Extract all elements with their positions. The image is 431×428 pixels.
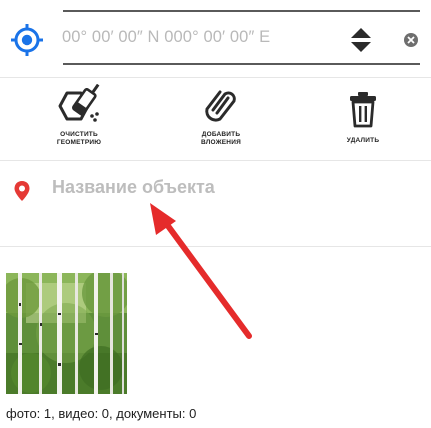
up-down-arrows-icon — [351, 28, 371, 52]
birch-forest-photo — [6, 273, 127, 394]
object-edit-screen: 00° 00′ 00″ N 000° 00′ 00″ E ОЧИСТИТЬ ГЕ… — [0, 0, 431, 428]
coordinate-top-rule — [63, 10, 420, 12]
red-arrow-annotation — [150, 203, 252, 339]
crosshair-target-icon — [11, 24, 43, 56]
clear-geometry-label: ОЧИСТИТЬ ГЕОМЕТРИЮ — [56, 131, 102, 146]
delete-button[interactable]: УДАЛИТЬ — [308, 84, 418, 156]
eraser-shape-icon — [58, 84, 100, 122]
clear-circle-x-icon — [404, 33, 418, 47]
attachment-counts: фото: 1, видео: 0, документы: 0 — [6, 406, 197, 421]
add-attachments-label: ДОБАВИТЬ ВЛОЖЕНИЯ — [201, 131, 241, 146]
clear-geometry-button[interactable]: ОЧИСТИТЬ ГЕОМЕТРИЮ — [24, 84, 134, 156]
location-pin-icon — [14, 181, 30, 201]
trash-icon — [350, 92, 376, 128]
coordinate-input[interactable]: 00° 00′ 00″ N 000° 00′ 00″ E — [62, 28, 362, 47]
coordinate-clear-button[interactable] — [402, 31, 420, 49]
divider — [0, 77, 431, 78]
delete-label: УДАЛИТЬ — [346, 137, 380, 144]
photo-thumbnail[interactable] — [6, 273, 127, 394]
divider — [0, 160, 431, 161]
add-attachments-button[interactable]: ДОБАВИТЬ ВЛОЖЕНИЯ — [166, 84, 276, 156]
paperclip-icon — [205, 90, 236, 122]
coordinate-format-toggle[interactable] — [348, 26, 374, 54]
coordinate-underline — [63, 63, 420, 65]
locate-button[interactable] — [8, 22, 46, 58]
